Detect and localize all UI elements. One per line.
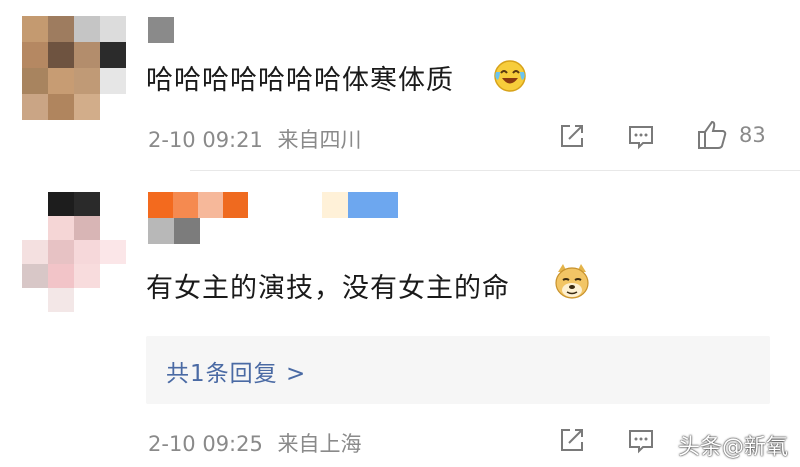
comment-text-label: 哈哈哈哈哈哈哈体寒体质 xyxy=(146,65,454,96)
avatar-pixelated[interactable] xyxy=(22,16,126,120)
username-redacted[interactable] xyxy=(148,192,248,218)
user-badge-redacted xyxy=(322,192,398,218)
user-tag-redacted xyxy=(148,218,200,244)
avatar-pixelated[interactable] xyxy=(22,192,126,314)
watermark: 头条@新氧 xyxy=(678,435,789,460)
comment-meta: 2-10 09:21 来自四川 xyxy=(148,124,362,154)
comment-icon[interactable] xyxy=(626,122,656,152)
share-icon[interactable] xyxy=(557,121,587,151)
laughing-crying-emoji xyxy=(494,60,526,92)
share-icon[interactable] xyxy=(557,425,587,455)
comment-text: 有女主的演技，没有女主的命 xyxy=(146,266,510,305)
like-thumb-icon[interactable] xyxy=(695,118,729,152)
comment-location: 来自四川 xyxy=(277,128,362,152)
view-replies-link[interactable]: 共1条回复 > xyxy=(166,354,306,388)
like-count: 83 xyxy=(739,123,766,147)
divider xyxy=(190,170,800,171)
doge-emoji xyxy=(555,264,589,299)
comment-location: 来自上海 xyxy=(277,432,362,456)
comment-time: 2-10 09:25 xyxy=(148,432,263,456)
comment-text: 哈哈哈哈哈哈哈体寒体质 xyxy=(146,58,454,97)
comment-icon[interactable] xyxy=(626,426,656,456)
comment-meta: 2-10 09:25 来自上海 xyxy=(148,428,362,458)
comment-text-label: 有女主的演技，没有女主的命 xyxy=(146,273,510,304)
reply-box[interactable]: 共1条回复 > xyxy=(146,336,770,404)
username-redacted[interactable] xyxy=(148,17,174,43)
comment-time: 2-10 09:21 xyxy=(148,128,263,152)
